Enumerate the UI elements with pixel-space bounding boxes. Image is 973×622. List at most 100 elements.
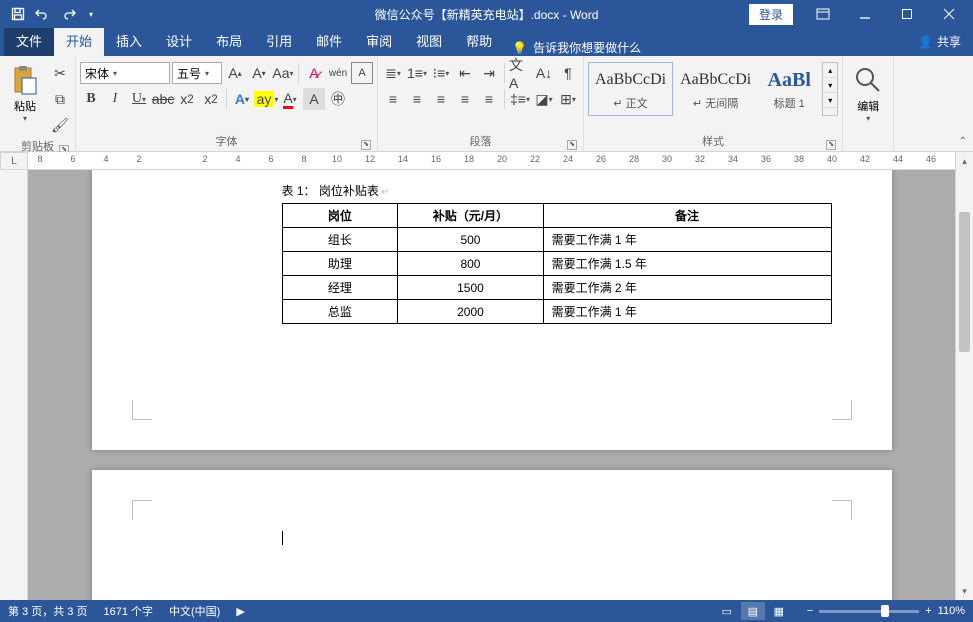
share-button[interactable]: 👤 共享	[906, 27, 973, 56]
vertical-ruler[interactable]	[0, 170, 28, 600]
table-row: 组长500需要工作满 1 年	[282, 228, 831, 252]
ribbon-display-icon[interactable]	[803, 0, 843, 28]
char-border-icon[interactable]: A	[351, 62, 373, 84]
align-dist-icon[interactable]: ≡	[478, 88, 500, 110]
decrease-indent-icon[interactable]: ⇤	[454, 62, 476, 84]
shrink-font-icon[interactable]: A▾	[248, 62, 270, 84]
numbering-icon[interactable]: 1≡▾	[406, 62, 428, 84]
horizontal-ruler[interactable]: 8642246810121416182022242628303234363840…	[28, 152, 955, 170]
italic-button[interactable]: I	[104, 88, 126, 110]
sort-icon[interactable]: A↓	[533, 62, 555, 84]
grow-font-icon[interactable]: A▴	[224, 62, 246, 84]
margin-corner	[832, 400, 852, 420]
word-count[interactable]: 1671 个字	[103, 603, 153, 619]
highlight-icon[interactable]: ay▾	[255, 88, 277, 110]
table-caption: 表 1： 岗位补贴表↵	[152, 170, 832, 203]
font-family-combo[interactable]: 宋体▾	[80, 62, 170, 84]
tab-home[interactable]: 开始	[54, 25, 104, 56]
multilevel-icon[interactable]: ⁝≡▾	[430, 62, 452, 84]
change-case-icon[interactable]: Aa▾	[272, 62, 294, 84]
zoom-slider[interactable]	[819, 610, 919, 613]
lightbulb-icon: 💡	[512, 41, 527, 55]
ribbon: 粘贴 ▾ ✂ ⧉ 🖌 剪贴板⬊ 宋体▾ 五号▾ A▴ A▾ Aa▾ A̷ wén…	[0, 56, 973, 152]
tab-references[interactable]: 引用	[254, 25, 304, 56]
group-editing: 编辑 ▾	[843, 56, 894, 152]
minimize-icon[interactable]	[845, 0, 885, 28]
tab-view[interactable]: 视图	[404, 25, 454, 56]
clear-format-icon[interactable]: A̷	[303, 62, 325, 84]
style-normal[interactable]: AaBbCcDi↵ 正文	[588, 62, 673, 116]
vertical-scrollbar[interactable]: ▴ ▾	[955, 152, 973, 600]
login-button[interactable]: 登录	[749, 4, 793, 25]
increase-indent-icon[interactable]: ⇥	[478, 62, 500, 84]
style-more-icon[interactable]: ▾	[823, 93, 837, 108]
format-painter-icon[interactable]: 🖌	[49, 114, 71, 136]
zoom-level[interactable]: 110%	[938, 605, 965, 617]
style-heading1[interactable]: AaBl标题 1	[758, 62, 820, 116]
char-shading-icon[interactable]: A	[303, 88, 325, 110]
th-subsidy: 补贴（元/月）	[398, 204, 543, 228]
ruler-corner[interactable]: L	[0, 152, 28, 170]
tab-mailings[interactable]: 邮件	[304, 25, 354, 56]
scroll-up-icon[interactable]: ▴	[956, 152, 973, 170]
align-justify-icon[interactable]: ≡	[454, 88, 476, 110]
bullets-icon[interactable]: ≣▾	[382, 62, 404, 84]
copy-icon[interactable]: ⧉	[49, 88, 71, 110]
show-marks-icon[interactable]: ¶	[557, 62, 579, 84]
align-center-icon[interactable]: ≡	[406, 88, 428, 110]
zoom-in-icon[interactable]: +	[925, 605, 931, 617]
redo-icon[interactable]	[58, 2, 82, 26]
text-direction-icon[interactable]: 文A	[509, 62, 531, 84]
language-status[interactable]: 中文(中国)	[169, 603, 220, 619]
tab-review[interactable]: 审阅	[354, 25, 404, 56]
scroll-down-icon[interactable]: ▾	[956, 582, 973, 600]
line-spacing-icon[interactable]: ‡≡▾	[509, 88, 531, 110]
read-mode-icon[interactable]: ▭	[715, 602, 739, 620]
ribbon-tabs: 文件 开始 插入 设计 布局 引用 邮件 审阅 视图 帮助 💡 告诉我你想要做什…	[0, 28, 973, 56]
cut-icon[interactable]: ✂	[49, 62, 71, 84]
qat-customize-icon[interactable]: ▾	[84, 2, 98, 26]
scroll-thumb[interactable]	[959, 212, 970, 352]
find-button[interactable]: 编辑 ▾	[847, 62, 889, 125]
superscript-button[interactable]: x2	[200, 88, 222, 110]
font-color-icon[interactable]: A▾	[279, 88, 301, 110]
maximize-icon[interactable]	[887, 0, 927, 28]
collapse-ribbon-icon[interactable]: ⌃	[959, 136, 967, 147]
print-layout-icon[interactable]: ▤	[741, 602, 765, 620]
style-up-icon[interactable]: ▴	[823, 63, 837, 78]
styles-launcher[interactable]: ⬊	[826, 140, 836, 150]
group-clipboard: 粘贴 ▾ ✂ ⧉ 🖌 剪贴板⬊	[0, 56, 76, 152]
enclose-char-icon[interactable]: ㊥	[327, 88, 349, 110]
paste-button[interactable]: 粘贴 ▾	[4, 62, 46, 125]
tab-layout[interactable]: 布局	[204, 25, 254, 56]
web-layout-icon[interactable]: ▦	[767, 602, 791, 620]
undo-icon[interactable]: ▾	[32, 2, 56, 26]
strike-button[interactable]: abc	[152, 88, 174, 110]
close-icon[interactable]	[929, 0, 969, 28]
paragraph-launcher[interactable]: ⬊	[567, 140, 577, 150]
tell-me[interactable]: 💡 告诉我你想要做什么	[504, 39, 906, 56]
shading-icon[interactable]: ◪▾	[533, 88, 555, 110]
font-size-combo[interactable]: 五号▾	[172, 62, 222, 84]
underline-button[interactable]: U▾	[128, 88, 150, 110]
tab-help[interactable]: 帮助	[454, 25, 504, 56]
text-effects-icon[interactable]: A▾	[231, 88, 253, 110]
style-down-icon[interactable]: ▾	[823, 78, 837, 93]
style-nospacing[interactable]: AaBbCcDi↵ 无间隔	[673, 62, 758, 116]
tab-insert[interactable]: 插入	[104, 25, 154, 56]
borders-icon[interactable]: ⊞▾	[557, 88, 579, 110]
phonetic-icon[interactable]: wén	[327, 62, 349, 84]
page-status[interactable]: 第 3 页，共 3 页	[8, 603, 87, 619]
zoom-out-icon[interactable]: −	[807, 605, 813, 617]
subscript-button[interactable]: x2	[176, 88, 198, 110]
macro-icon[interactable]: ▶	[236, 605, 244, 618]
align-right-icon[interactable]: ≡	[430, 88, 452, 110]
tab-file[interactable]: 文件	[4, 25, 54, 56]
status-bar: 第 3 页，共 3 页 1671 个字 中文(中国) ▶ ▭ ▤ ▦ − + 1…	[0, 600, 973, 622]
bold-button[interactable]: B	[80, 88, 102, 110]
save-icon[interactable]	[6, 2, 30, 26]
align-left-icon[interactable]: ≡	[382, 88, 404, 110]
document-area[interactable]: 表 1： 岗位补贴表↵ 岗位 补贴（元/月） 备注 组长500需要工作满 1 年…	[28, 170, 955, 600]
font-launcher[interactable]: ⬊	[361, 140, 371, 150]
tab-design[interactable]: 设计	[154, 25, 204, 56]
